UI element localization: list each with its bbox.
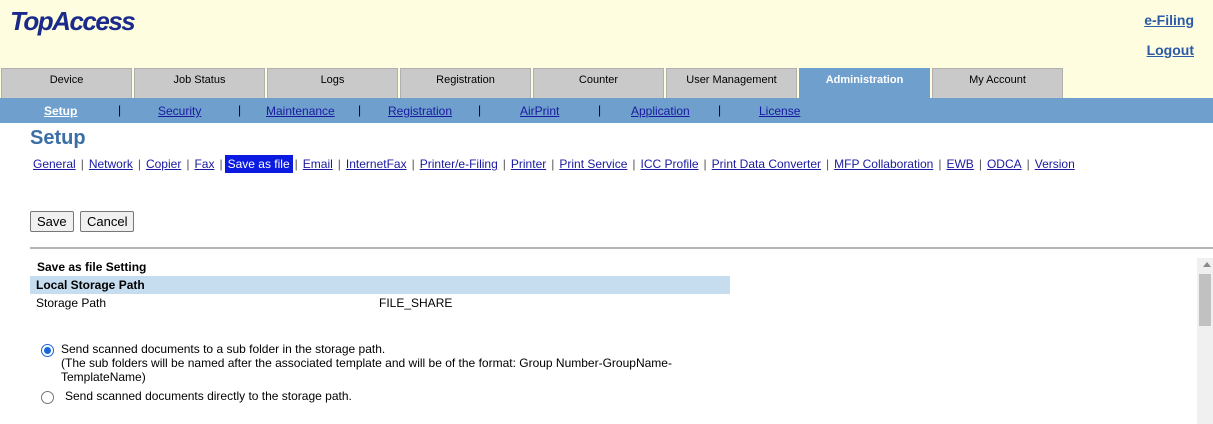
subtab-icc-profile[interactable]: ICC Profile bbox=[638, 155, 702, 173]
tab-registration[interactable]: Registration bbox=[400, 68, 531, 98]
section-title: Save as file Setting bbox=[37, 260, 147, 274]
subnav-separator: | bbox=[598, 103, 602, 117]
subnav-application[interactable]: Application bbox=[631, 104, 690, 118]
subnav-separator: | bbox=[718, 103, 722, 117]
subnav-airprint[interactable]: AirPrint bbox=[520, 104, 559, 118]
subtab-copier[interactable]: Copier bbox=[143, 155, 184, 173]
cancel-button[interactable]: Cancel bbox=[80, 211, 135, 232]
subtab-printer-efiling[interactable]: Printer/e-Filing bbox=[417, 155, 501, 173]
main-tabs: Device Job Status Logs Registration Coun… bbox=[0, 68, 1213, 98]
storage-path-value: FILE_SHARE bbox=[379, 296, 453, 310]
subtab-network[interactable]: Network bbox=[86, 155, 136, 173]
header-bar: TopAccess e-Filing Logout Device Job Sta… bbox=[0, 0, 1213, 98]
tab-job-status[interactable]: Job Status bbox=[134, 68, 265, 98]
subtab-version[interactable]: Version bbox=[1032, 155, 1078, 173]
direct-path-radio[interactable] bbox=[41, 391, 54, 404]
admin-subnav: Setup | Security | Maintenance | Registr… bbox=[0, 98, 1213, 123]
efiling-link[interactable]: e-Filing bbox=[1144, 12, 1194, 28]
subnav-setup[interactable]: Setup bbox=[44, 104, 77, 118]
subnav-maintenance[interactable]: Maintenance bbox=[266, 104, 335, 118]
subtab-mfp-collaboration[interactable]: MFP Collaboration bbox=[831, 155, 936, 173]
subnav-separator: | bbox=[358, 103, 362, 117]
page-title: Setup bbox=[30, 127, 86, 149]
tab-device[interactable]: Device bbox=[1, 68, 132, 98]
subtab-odca[interactable]: ODCA bbox=[984, 155, 1025, 173]
subnav-separator: | bbox=[478, 103, 482, 117]
scrollbar-thumb[interactable] bbox=[1199, 274, 1211, 326]
subnav-security[interactable]: Security bbox=[158, 104, 201, 118]
divider bbox=[30, 247, 1213, 249]
storage-path-label: Storage Path bbox=[36, 296, 107, 310]
tab-logs[interactable]: Logs bbox=[267, 68, 398, 98]
logout-link[interactable]: Logout bbox=[1147, 42, 1194, 58]
subtab-internetfax[interactable]: InternetFax bbox=[343, 155, 410, 173]
subfolder-radio[interactable] bbox=[41, 344, 54, 357]
subsection-title: Local Storage Path bbox=[36, 278, 145, 292]
subtab-general[interactable]: General bbox=[30, 155, 79, 173]
subnav-separator: | bbox=[118, 103, 122, 117]
subtab-print-data-converter[interactable]: Print Data Converter bbox=[709, 155, 824, 173]
topaccess-logo: TopAccess bbox=[10, 6, 136, 36]
subnav-license[interactable]: License bbox=[759, 104, 800, 118]
subtab-fax[interactable]: Fax bbox=[191, 155, 217, 173]
subnav-separator: | bbox=[238, 103, 242, 117]
scroll-up-arrow-icon[interactable] bbox=[1203, 262, 1211, 267]
subtab-printer[interactable]: Printer bbox=[508, 155, 549, 173]
tab-administration[interactable]: Administration bbox=[799, 68, 930, 98]
subfolder-option-text: Send scanned documents to a sub folder i… bbox=[61, 342, 672, 384]
save-button[interactable]: Save bbox=[30, 211, 74, 232]
subnav-registration[interactable]: Registration bbox=[388, 104, 452, 118]
tab-counter[interactable]: Counter bbox=[533, 68, 664, 98]
subtab-save-as-file[interactable]: Save as file bbox=[224, 155, 293, 173]
subtab-email[interactable]: Email bbox=[300, 155, 336, 173]
direct-path-option-text: Send scanned documents directly to the s… bbox=[65, 389, 352, 403]
subtab-print-service[interactable]: Print Service bbox=[556, 155, 630, 173]
subsection-header: Local Storage Path bbox=[30, 276, 730, 294]
subtab-ewb[interactable]: EWB bbox=[943, 155, 976, 173]
tab-my-account[interactable]: My Account bbox=[932, 68, 1063, 98]
setup-subtabs: General | Network | Copier | Fax | Save as file |… bbox=[30, 155, 1078, 175]
tab-user-management[interactable]: User Management bbox=[666, 68, 797, 98]
